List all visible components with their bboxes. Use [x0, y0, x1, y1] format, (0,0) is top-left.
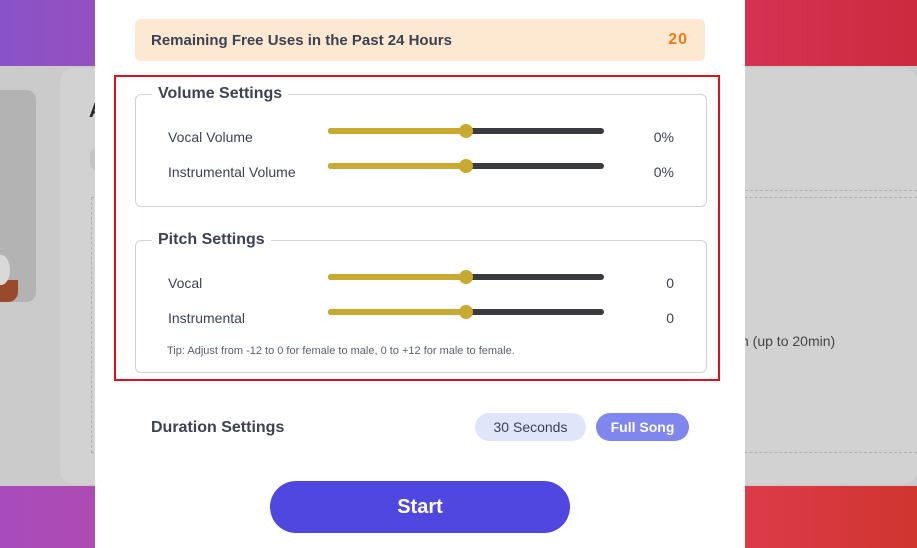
pitch-tip-text: Tip: Adjust from -12 to 0 for female to …	[167, 345, 515, 357]
vocal-pitch-label: Vocal	[168, 275, 203, 291]
volume-settings-title: Volume Settings	[152, 85, 289, 103]
vocal-volume-value: 0%	[653, 129, 674, 145]
start-button[interactable]: Start	[270, 481, 570, 533]
duration-settings-label: Duration Settings	[151, 419, 285, 436]
slider-thumb[interactable]	[459, 124, 473, 138]
slider-fill	[328, 128, 466, 134]
volume-settings-group: Volume Settings	[135, 85, 707, 207]
slider-thumb[interactable]	[459, 270, 473, 284]
slider-thumb[interactable]	[459, 159, 473, 173]
background-upload-hint: n (up to 20min)	[741, 333, 836, 349]
vocal-volume-label: Vocal Volume	[168, 129, 253, 145]
vocal-volume-slider[interactable]	[328, 124, 604, 138]
instrumental-volume-value: 0%	[653, 164, 674, 180]
instrumental-pitch-label: Instrumental	[168, 310, 246, 326]
vocal-pitch-slider[interactable]	[328, 270, 604, 284]
slider-fill	[328, 274, 466, 280]
instrumental-volume-slider[interactable]	[328, 159, 604, 173]
slider-fill	[328, 309, 466, 315]
vocal-pitch-value: 0	[666, 275, 674, 291]
instrumental-volume-label: Instrumental Volume	[168, 164, 296, 180]
free-uses-label: Remaining Free Uses in the Past 24 Hours	[151, 32, 452, 49]
free-uses-count: 20	[668, 31, 688, 48]
free-uses-banner: Remaining Free Uses in the Past 24 Hours…	[135, 19, 705, 61]
instrumental-pitch-slider[interactable]	[328, 305, 604, 319]
pitch-settings-title: Pitch Settings	[152, 231, 271, 249]
duration-full-song-button[interactable]: Full Song	[596, 413, 689, 441]
slider-thumb[interactable]	[459, 305, 473, 319]
slider-fill	[328, 163, 466, 169]
duration-30-seconds-button[interactable]: 30 Seconds	[475, 413, 586, 441]
instrumental-pitch-value: 0	[666, 310, 674, 326]
background-divider	[745, 190, 917, 191]
